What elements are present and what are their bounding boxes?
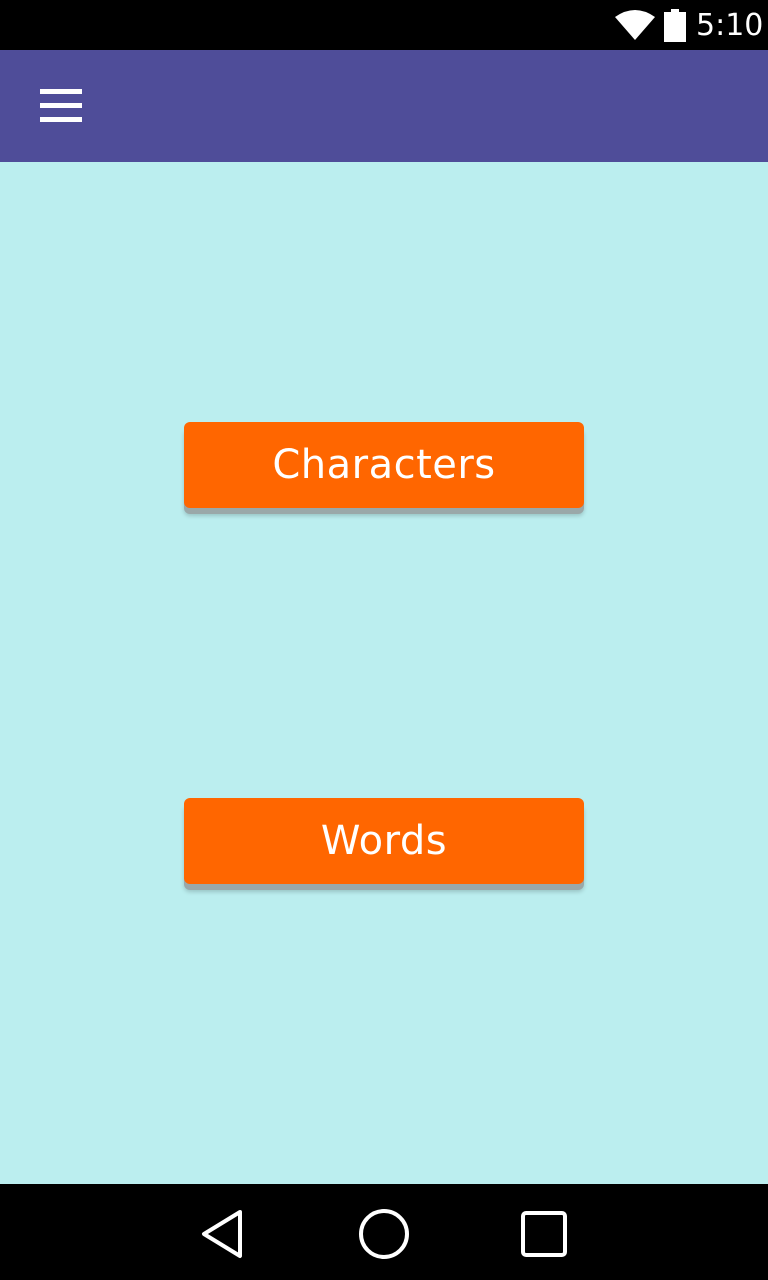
app-bar <box>0 50 768 162</box>
status-bar: 5:10 <box>0 0 768 50</box>
wifi-icon <box>615 10 655 40</box>
characters-button[interactable]: Characters <box>184 422 584 508</box>
screen: 5:10 Characters Words <box>0 0 768 1280</box>
home-button[interactable] <box>354 1204 414 1264</box>
battery-icon <box>664 9 686 42</box>
recents-icon <box>521 1211 567 1257</box>
words-button[interactable]: Words <box>184 798 584 884</box>
status-time: 5:10 <box>696 8 764 43</box>
menu-button[interactable] <box>30 78 92 134</box>
navigation-bar <box>0 1184 768 1280</box>
home-icon <box>359 1209 409 1259</box>
back-button[interactable] <box>192 1204 252 1264</box>
hamburger-menu-icon <box>40 89 82 122</box>
back-icon <box>202 1210 242 1258</box>
main-content: Characters Words <box>0 162 768 1184</box>
recents-button[interactable] <box>514 1204 574 1264</box>
